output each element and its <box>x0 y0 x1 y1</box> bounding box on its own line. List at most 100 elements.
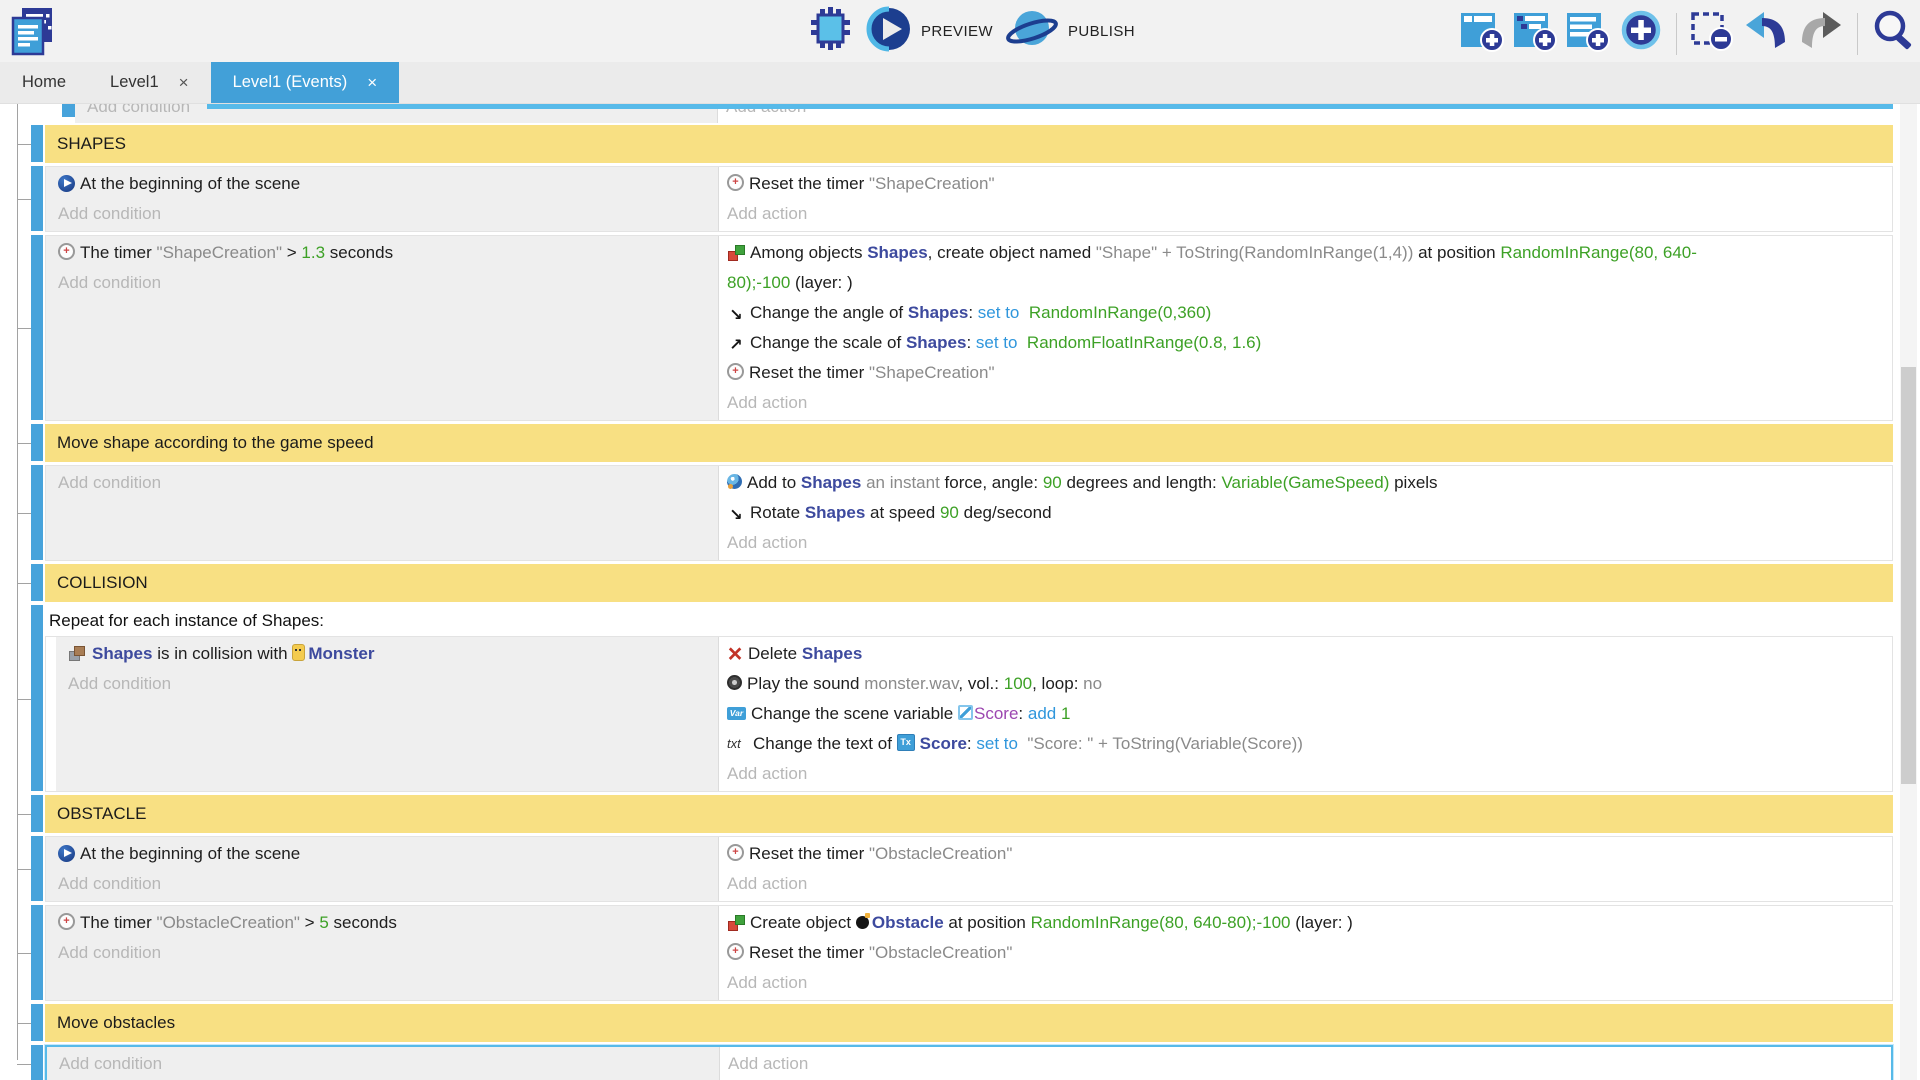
timer-icon <box>58 913 75 930</box>
tab-label: Home <box>22 73 66 92</box>
condition-line[interactable]: At the beginning of the scene <box>58 169 718 199</box>
standard-event: The timer "ObstacleCreation" > 5 seconds… <box>0 905 1893 1001</box>
condition-line[interactable]: Shapes is in collision with Monster <box>68 639 718 669</box>
condition-line[interactable]: The timer "ObstacleCreation" > 5 seconds <box>58 908 718 938</box>
event-row: At the beginning of the sceneAdd conditi… <box>45 166 1893 232</box>
comment-event[interactable]: COLLISION <box>0 564 1893 602</box>
add-circle-icon[interactable] <box>1618 8 1664 59</box>
vertical-scrollbar[interactable] <box>1900 104 1917 1080</box>
action-line[interactable]: Reset the timer "ShapeCreation" <box>727 169 1892 199</box>
tab-close-icon[interactable]: × <box>367 73 377 93</box>
condition-line[interactable]: The timer "ShapeCreation" > 1.3 seconds <box>58 238 718 268</box>
scrollbar-thumb[interactable] <box>1901 367 1916 784</box>
add-condition-button[interactable]: Add condition <box>68 669 718 699</box>
action-line[interactable]: Change the scene variable Score: add 1 <box>727 699 1892 729</box>
action-line[interactable]: 80);-100 (layer: ) <box>727 268 1892 298</box>
create-object-icon <box>727 244 745 261</box>
text-segment: 1.3 <box>301 243 325 262</box>
publish-globe-icon <box>1005 6 1059 57</box>
clipped-event-row: Add conditionAdd action <box>0 104 1893 123</box>
add-condition-button[interactable]: Add condition <box>58 268 718 298</box>
add-comment-icon[interactable] <box>1565 8 1611 59</box>
event-row: Add condition Add action <box>45 1045 1893 1080</box>
add-condition-button[interactable]: Add condition <box>58 938 718 968</box>
text-segment: The timer <box>80 913 157 932</box>
text-segment: "ShapeCreation" <box>869 174 994 193</box>
action-line[interactable]: Reset the timer "ObstacleCreation" <box>727 839 1892 869</box>
text-segment: RandomInRange(80, 640-80);-100 <box>1031 913 1291 932</box>
preview-button[interactable]: PREVIEW <box>866 6 993 57</box>
delete-icon <box>727 645 743 662</box>
tab-close-icon[interactable]: × <box>179 73 189 93</box>
action-line[interactable]: Change the angle of Shapes: set to Rando… <box>727 298 1892 328</box>
add-condition-button[interactable]: Add condition <box>58 468 718 498</box>
comment-event[interactable]: SHAPES <box>0 125 1893 163</box>
repeat-event-header[interactable]: Repeat for each instance of Shapes: <box>45 605 1893 636</box>
standard-event: At the beginning of the sceneAdd conditi… <box>0 836 1893 902</box>
debugger-icon[interactable] <box>806 6 854 57</box>
add-action-button[interactable]: Add action <box>727 528 1892 558</box>
add-condition-button[interactable]: Add condition <box>59 1049 719 1079</box>
add-action-button[interactable]: Add action <box>727 968 1892 998</box>
search-icon[interactable] <box>1870 8 1916 59</box>
monster-icon <box>292 644 305 661</box>
add-action-button[interactable]: Add action <box>727 199 1892 229</box>
add-action-button[interactable]: Add action <box>727 388 1892 418</box>
text-segment: Shapes <box>908 303 968 322</box>
angle-icon <box>727 304 745 321</box>
add-action-button[interactable]: Add action <box>727 759 1892 789</box>
delete-event-icon[interactable] <box>1689 8 1735 59</box>
text-segment: RandomInRange(80, 640- <box>1500 243 1697 262</box>
add-sub-event-icon[interactable] <box>1512 8 1558 59</box>
text-segment: : <box>967 734 976 753</box>
text-segment: 100 <box>1004 674 1032 693</box>
text-segment: "ShapeCreation" <box>869 363 994 382</box>
conditions-cell: At the beginning of the sceneAdd conditi… <box>46 167 719 231</box>
comment-event[interactable]: Move obstacles <box>0 1004 1893 1042</box>
action-line[interactable]: Among objects Shapes, create object name… <box>727 238 1892 268</box>
text-segment: Shapes <box>867 243 927 262</box>
tab-level1[interactable]: Level1 × <box>88 62 211 103</box>
action-line[interactable]: Rotate Shapes at speed 90 deg/second <box>727 498 1892 528</box>
action-line[interactable]: Delete Shapes <box>727 639 1892 669</box>
action-line[interactable]: Change the scale of Shapes: set to Rando… <box>727 328 1892 358</box>
text-segment: Change the angle of <box>750 303 908 322</box>
action-line[interactable]: Create object Obstacle at position Rando… <box>727 908 1892 938</box>
text-segment: The timer <box>80 243 157 262</box>
action-line[interactable]: Reset the timer "ObstacleCreation" <box>727 938 1892 968</box>
publish-button[interactable]: PUBLISH <box>1005 6 1135 57</box>
action-line[interactable]: Play the sound monster.wav, vol.: 100, l… <box>727 669 1892 699</box>
app-logo-icon[interactable] <box>10 6 56 63</box>
undo-icon[interactable] <box>1742 8 1790 59</box>
add-condition-button[interactable]: Add condition <box>58 869 718 899</box>
comment-event[interactable]: OBSTACLE <box>0 795 1893 833</box>
text-segment: Reset the timer <box>749 174 869 193</box>
text-segment: "Score: " + ToString(Variable(Score)) <box>1023 734 1303 753</box>
comment-event[interactable]: Move shape according to the game speed <box>0 424 1893 462</box>
text-segment: Shapes <box>92 644 152 663</box>
add-action-button[interactable]: Add action <box>728 1049 1891 1079</box>
redo-icon[interactable] <box>1797 8 1845 59</box>
rotate-icon <box>727 504 745 521</box>
text-segment: "ObstacleCreation" <box>869 943 1012 962</box>
tab-label: Level1 <box>110 73 159 92</box>
text-segment: seconds <box>329 913 397 932</box>
action-line[interactable]: Reset the timer "ShapeCreation" <box>727 358 1892 388</box>
standard-event: The timer "ShapeCreation" > 1.3 secondsA… <box>0 235 1893 421</box>
action-line[interactable]: Add to Shapes an instant force, angle: 9… <box>727 468 1892 498</box>
tab-home[interactable]: Home <box>0 62 88 103</box>
conditions-cell: The timer "ShapeCreation" > 1.3 secondsA… <box>46 236 719 420</box>
add-action-button[interactable]: Add action <box>727 869 1892 899</box>
timer-icon <box>727 174 744 191</box>
text-segment: , vol.: <box>958 674 1003 693</box>
tab-level1-events[interactable]: Level1 (Events)× <box>211 62 400 103</box>
timer-icon <box>727 943 744 960</box>
scene-variable-icon <box>958 705 973 720</box>
add-event-icon[interactable] <box>1459 8 1505 59</box>
text-segment: 80);-100 <box>727 273 790 292</box>
comment-text: Move obstacles <box>45 1013 175 1033</box>
condition-line[interactable]: At the beginning of the scene <box>58 839 718 869</box>
add-condition-button[interactable]: Add condition <box>58 199 718 229</box>
repeat-event: Repeat for each instance of Shapes:Shape… <box>0 605 1893 792</box>
action-line[interactable]: Change the text of Score: set to "Score:… <box>727 729 1892 759</box>
